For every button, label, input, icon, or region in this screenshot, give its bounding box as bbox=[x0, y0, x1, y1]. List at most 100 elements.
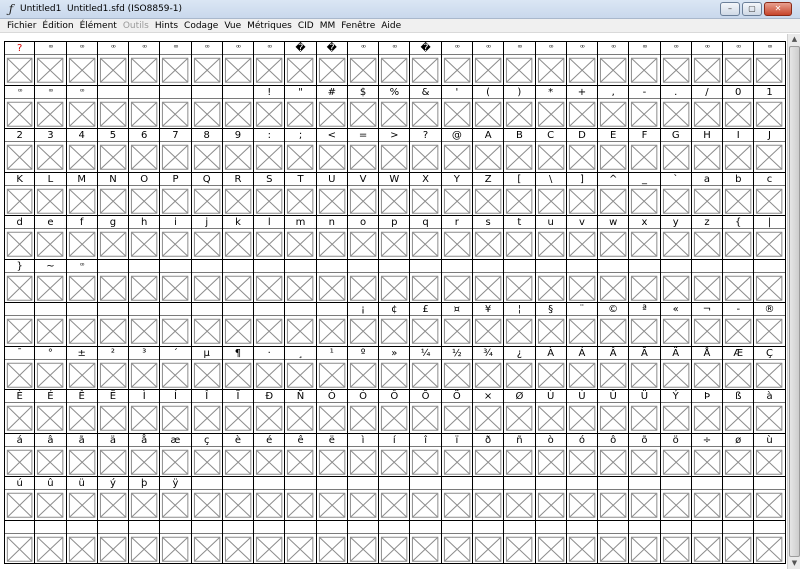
glyph-cell[interactable] bbox=[379, 477, 411, 521]
glyph-cell[interactable]: Ú bbox=[566, 390, 599, 434]
glyph-cell[interactable]: ã bbox=[66, 433, 98, 477]
glyph-cell[interactable]: F bbox=[629, 129, 661, 173]
scroll-down-icon[interactable]: ▼ bbox=[789, 558, 800, 569]
glyph-cell[interactable]: 6 bbox=[129, 129, 161, 173]
glyph-cell[interactable]: L bbox=[35, 172, 67, 216]
glyph-cell[interactable]: ' bbox=[441, 85, 473, 129]
glyph-cell[interactable]: í bbox=[379, 433, 411, 477]
glyph-cell[interactable]: £ bbox=[410, 303, 442, 347]
glyph-cell[interactable] bbox=[347, 259, 380, 303]
glyph-cell[interactable] bbox=[472, 477, 505, 521]
glyph-cell[interactable]: { bbox=[723, 216, 755, 260]
glyph-cell[interactable]: ¤ bbox=[441, 303, 473, 347]
glyph-cell[interactable]: ª bbox=[629, 303, 661, 347]
glyph-cell[interactable]: ⁰⁰ bbox=[347, 42, 380, 86]
glyph-cell[interactable]: ⁰⁰ bbox=[723, 42, 755, 86]
glyph-cell[interactable] bbox=[160, 303, 192, 347]
glyph-cell[interactable]: * bbox=[535, 85, 567, 129]
glyph-cell[interactable] bbox=[316, 259, 348, 303]
glyph-cell[interactable]: 2 bbox=[4, 129, 36, 173]
glyph-cell[interactable] bbox=[441, 477, 473, 521]
glyph-cell[interactable]: × bbox=[472, 390, 505, 434]
glyph-cell[interactable]: w bbox=[598, 216, 630, 260]
glyph-cell[interactable] bbox=[660, 259, 692, 303]
glyph-cell[interactable] bbox=[97, 303, 130, 347]
glyph-cell[interactable] bbox=[160, 259, 192, 303]
glyph-cell[interactable]: ² bbox=[97, 346, 130, 390]
glyph-cell[interactable]: É bbox=[35, 390, 67, 434]
glyph-cell[interactable]: ⁰⁰ bbox=[66, 85, 98, 129]
glyph-cell[interactable] bbox=[254, 259, 286, 303]
glyph-cell[interactable] bbox=[566, 520, 599, 564]
glyph-cell[interactable] bbox=[723, 477, 755, 521]
glyph-cell[interactable] bbox=[285, 303, 317, 347]
glyph-cell[interactable]: È bbox=[4, 390, 36, 434]
menu-edition[interactable]: Édition bbox=[42, 20, 73, 32]
glyph-cell[interactable] bbox=[35, 520, 67, 564]
glyph-cell[interactable] bbox=[660, 520, 692, 564]
glyph-cell[interactable] bbox=[379, 520, 411, 564]
glyph-cell[interactable] bbox=[691, 259, 724, 303]
glyph-cell[interactable] bbox=[222, 477, 255, 521]
glyph-cell[interactable] bbox=[691, 520, 724, 564]
glyph-cell[interactable] bbox=[129, 520, 161, 564]
glyph-cell[interactable] bbox=[347, 520, 380, 564]
glyph-cell[interactable]: � bbox=[285, 42, 317, 86]
glyph-cell[interactable] bbox=[66, 520, 98, 564]
glyph-cell[interactable]: ~ bbox=[35, 259, 67, 303]
glyph-cell[interactable]: Â bbox=[598, 346, 630, 390]
glyph-cell[interactable]: ý bbox=[97, 477, 130, 521]
glyph-cell[interactable] bbox=[410, 259, 442, 303]
glyph-cell[interactable]: N bbox=[97, 172, 130, 216]
glyph-cell[interactable]: R bbox=[222, 172, 255, 216]
glyph-cell[interactable]: § bbox=[535, 303, 567, 347]
glyph-cell[interactable]: ] bbox=[566, 172, 599, 216]
glyph-cell[interactable]: � bbox=[410, 42, 442, 86]
glyph-cell[interactable]: C bbox=[535, 129, 567, 173]
glyph-cell[interactable] bbox=[504, 259, 536, 303]
glyph-cell[interactable] bbox=[754, 520, 786, 564]
glyph-cell[interactable]: | bbox=[754, 216, 786, 260]
glyph-cell[interactable]: Ü bbox=[629, 390, 661, 434]
glyph-cell[interactable]: 9 bbox=[222, 129, 255, 173]
glyph-cell[interactable]: º bbox=[347, 346, 380, 390]
glyph-cell[interactable]: n bbox=[316, 216, 348, 260]
glyph-cell[interactable] bbox=[97, 259, 130, 303]
glyph-cell[interactable]: m bbox=[285, 216, 317, 260]
glyph-cell[interactable]: , bbox=[598, 85, 630, 129]
glyph-cell[interactable]: ä bbox=[97, 433, 130, 477]
glyph-cell[interactable]: - bbox=[629, 85, 661, 129]
glyph-cell[interactable] bbox=[160, 85, 192, 129]
glyph-cell[interactable]: s bbox=[472, 216, 505, 260]
glyph-cell[interactable]: v bbox=[566, 216, 599, 260]
glyph-cell[interactable] bbox=[254, 520, 286, 564]
glyph-cell[interactable]: ó bbox=[566, 433, 599, 477]
glyph-cell[interactable]: c bbox=[754, 172, 786, 216]
glyph-cell[interactable]: O bbox=[129, 172, 161, 216]
glyph-cell[interactable] bbox=[285, 520, 317, 564]
glyph-cell[interactable]: a bbox=[691, 172, 724, 216]
glyph-cell[interactable]: / bbox=[691, 85, 724, 129]
glyph-cell[interactable] bbox=[504, 477, 536, 521]
glyph-cell[interactable] bbox=[191, 303, 223, 347]
glyph-cell[interactable]: U bbox=[316, 172, 348, 216]
glyph-cell[interactable]: K bbox=[4, 172, 36, 216]
glyph-cell[interactable]: Ä bbox=[660, 346, 692, 390]
glyph-cell[interactable]: þ bbox=[129, 477, 161, 521]
glyph-cell[interactable]: 7 bbox=[160, 129, 192, 173]
glyph-cell[interactable]: ⁰⁰ bbox=[441, 42, 473, 86]
glyph-cell[interactable]: Ý bbox=[660, 390, 692, 434]
glyph-cell[interactable] bbox=[441, 259, 473, 303]
glyph-cell[interactable]: ò bbox=[535, 433, 567, 477]
glyph-cell[interactable] bbox=[660, 477, 692, 521]
glyph-cell[interactable] bbox=[723, 259, 755, 303]
glyph-cell[interactable] bbox=[316, 303, 348, 347]
glyph-cell[interactable]: t bbox=[504, 216, 536, 260]
glyph-cell[interactable]: ? bbox=[4, 42, 36, 86]
glyph-cell[interactable]: 8 bbox=[191, 129, 223, 173]
glyph-cell[interactable]: G bbox=[660, 129, 692, 173]
glyph-cell[interactable]: ⁰⁰ bbox=[97, 42, 130, 86]
glyph-cell[interactable]: 4 bbox=[66, 129, 98, 173]
glyph-cell[interactable] bbox=[222, 303, 255, 347]
glyph-cell[interactable]: \ bbox=[535, 172, 567, 216]
